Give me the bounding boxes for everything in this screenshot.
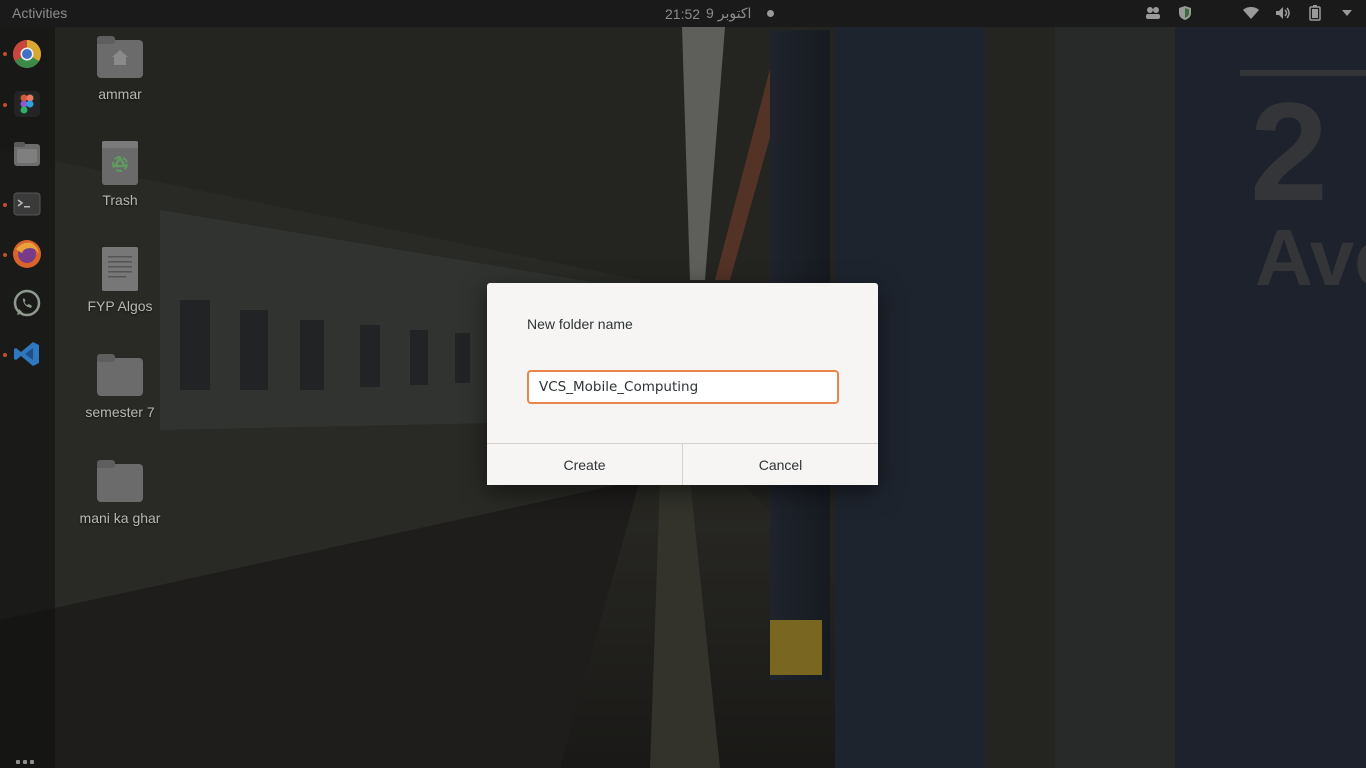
dialog-title: New folder name [527, 316, 633, 332]
document-icon [102, 247, 138, 291]
new-folder-dialog: New folder name Create Cancel [487, 283, 878, 485]
desktop-icon-ammar[interactable]: ammar [65, 34, 175, 102]
dialog-actions: Create Cancel [487, 443, 878, 485]
desktop-icon-fyp-algos[interactable]: FYP Algos [65, 246, 175, 314]
shield-icon[interactable] [1176, 4, 1194, 22]
running-indicator [3, 253, 7, 257]
desktop-icon-label: Trash [102, 192, 138, 208]
system-tray[interactable] [1144, 4, 1356, 22]
home-folder-icon [97, 36, 143, 78]
wifi-icon[interactable] [1242, 4, 1260, 22]
top-bar: Activities 21:52 9 اکتوبر [0, 0, 1366, 27]
people-icon[interactable] [1144, 4, 1162, 22]
running-indicator [3, 52, 7, 56]
firefox-icon[interactable] [11, 238, 43, 270]
cancel-button[interactable]: Cancel [682, 444, 878, 485]
files-icon[interactable] [11, 138, 43, 170]
folder-icon [97, 354, 143, 396]
desktop-icon-label: ammar [98, 86, 142, 102]
clock[interactable]: 21:52 9 اکتوبر [665, 5, 775, 22]
vscode-icon[interactable] [11, 338, 43, 370]
chrome-icon[interactable] [11, 38, 43, 70]
show-applications-icon[interactable] [16, 760, 38, 768]
dock [0, 27, 55, 768]
desktop-icon-label: semester 7 [85, 404, 155, 420]
trash-icon [102, 141, 138, 185]
folder-name-input[interactable] [527, 370, 839, 404]
figma-icon[interactable] [11, 88, 43, 120]
desktop-icon-trash[interactable]: Trash [65, 140, 175, 208]
desktop-icon-label: FYP Algos [87, 298, 153, 314]
chevron-down-icon[interactable] [1338, 4, 1356, 22]
notification-dot-icon [767, 10, 775, 17]
folder-icon [97, 460, 143, 502]
battery-icon[interactable] [1306, 4, 1324, 22]
terminal-icon[interactable] [11, 188, 43, 220]
running-indicator [3, 103, 7, 107]
create-button[interactable]: Create [487, 444, 682, 485]
running-indicator [3, 203, 7, 207]
activities-button[interactable]: Activities [12, 5, 67, 21]
desktop-icon-label: mani ka ghar [79, 510, 161, 526]
whatsapp-icon[interactable] [11, 288, 43, 320]
clock-date: 9 اکتوبر [706, 5, 752, 21]
desktop-icon-semester-7[interactable]: semester 7 [65, 352, 175, 420]
volume-icon[interactable] [1274, 4, 1292, 22]
desktop-icon-mani-ka-ghar[interactable]: mani ka ghar [65, 458, 175, 526]
running-indicator [3, 353, 7, 357]
clock-time: 21:52 [665, 5, 701, 22]
